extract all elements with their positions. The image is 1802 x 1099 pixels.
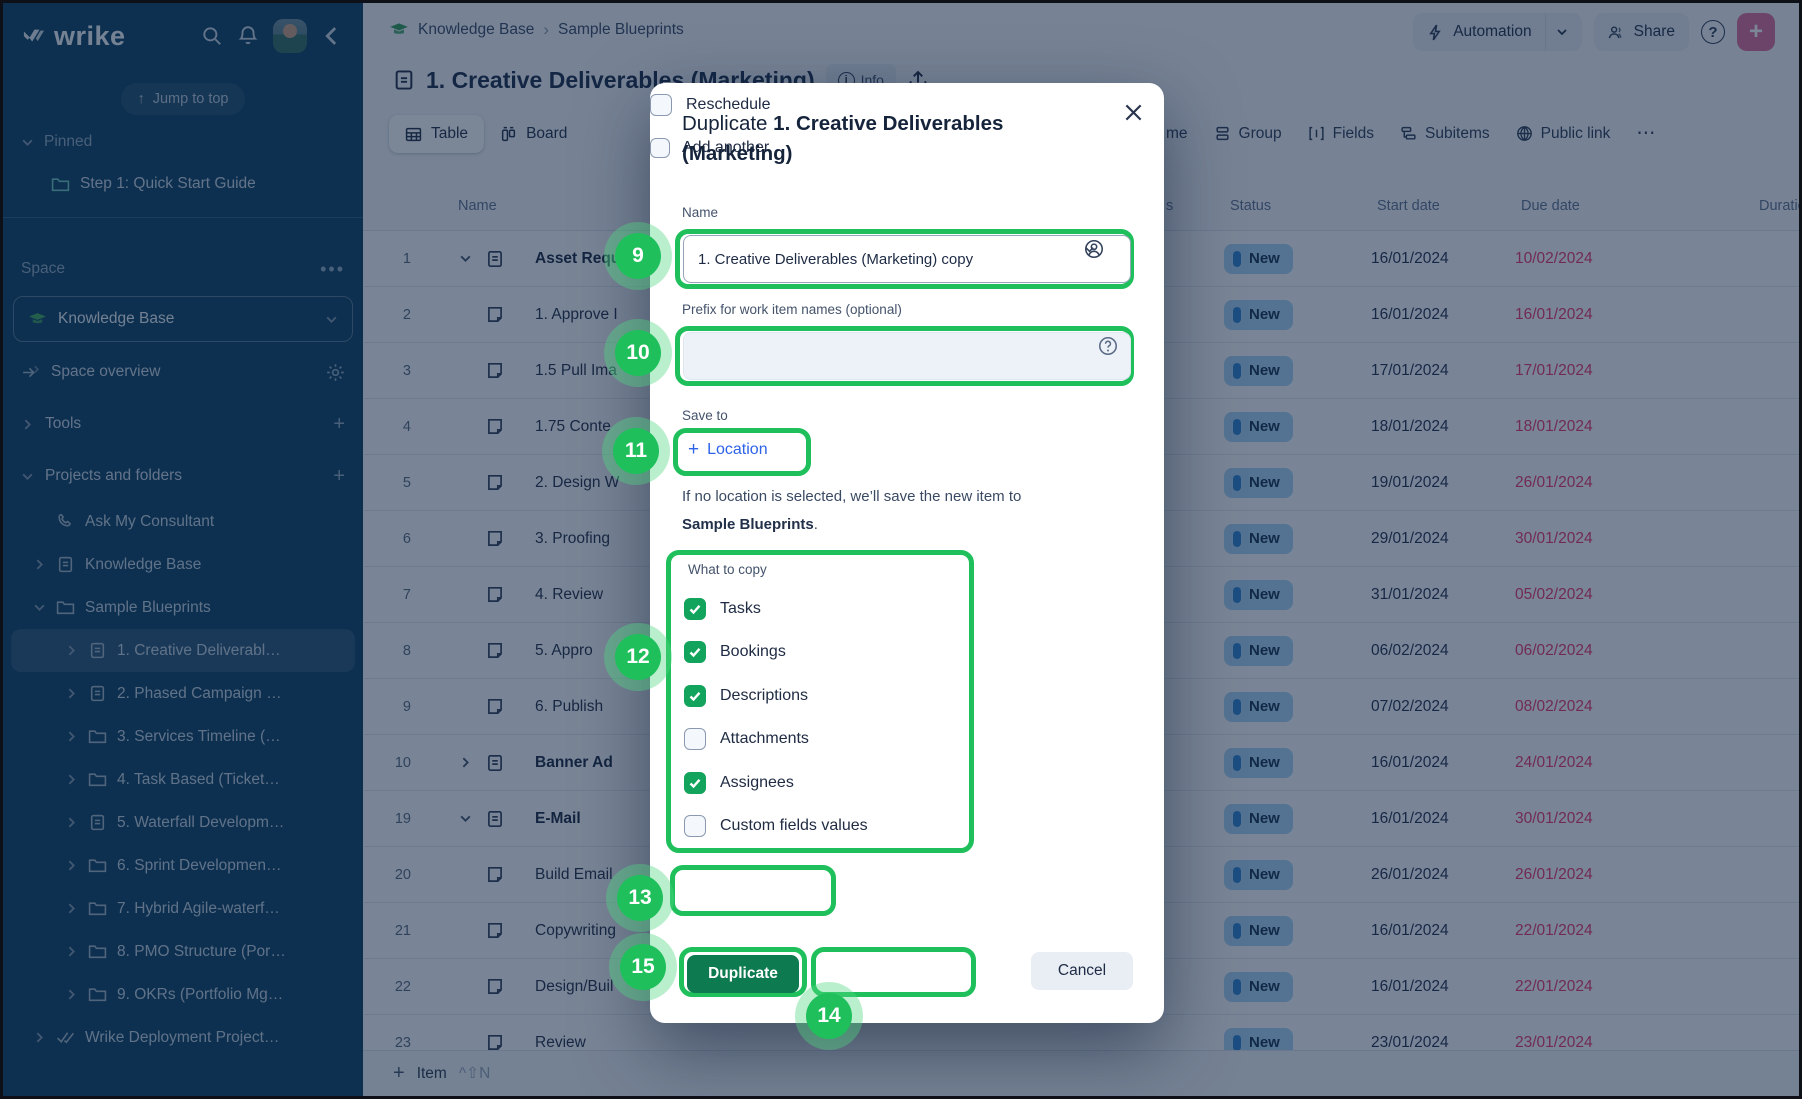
duplicate-button-label: Duplicate bbox=[708, 965, 778, 983]
check-icon bbox=[688, 602, 702, 616]
checkbox[interactable] bbox=[684, 728, 706, 750]
copy-option-label: Tasks bbox=[720, 600, 761, 618]
copy-option-label: Descriptions bbox=[720, 687, 808, 705]
what-to-copy-label: What to copy bbox=[688, 562, 767, 577]
checkbox[interactable] bbox=[684, 598, 706, 620]
save-to-label: Save to bbox=[682, 408, 728, 423]
name-input[interactable] bbox=[683, 235, 1131, 283]
annotation-badge-11: 11 bbox=[613, 428, 659, 474]
hint-period: . bbox=[814, 516, 818, 533]
dialog-title-prefix: Duplicate bbox=[682, 112, 773, 135]
prefix-field-label: Prefix for work item names (optional) bbox=[682, 302, 902, 317]
copy-options-list: Tasks Bookings Descriptions Attachment bbox=[684, 587, 954, 848]
checkbox[interactable] bbox=[684, 685, 706, 707]
check-icon bbox=[688, 776, 702, 790]
annotation-ring-reschedule bbox=[670, 865, 836, 916]
annotation-badge-9: 9 bbox=[615, 233, 661, 279]
annotation-badge-10: 10 bbox=[615, 330, 661, 376]
copy-option-row[interactable]: Tasks bbox=[684, 587, 954, 631]
plus-icon: + bbox=[688, 439, 699, 461]
annotation-badge-13: 13 bbox=[617, 875, 663, 921]
checkbox[interactable] bbox=[684, 772, 706, 794]
copy-option-row[interactable]: Custom fields values bbox=[684, 805, 954, 849]
check-icon bbox=[688, 645, 702, 659]
copy-option-label: Custom fields values bbox=[720, 817, 868, 835]
duplicate-button[interactable]: Duplicate bbox=[687, 955, 799, 993]
annotation-badge-12: 12 bbox=[615, 634, 661, 680]
copy-option-row[interactable]: Bookings bbox=[684, 631, 954, 675]
annotation-ring-add-another bbox=[811, 947, 976, 997]
checkbox[interactable] bbox=[684, 815, 706, 837]
add-location-button[interactable]: + Location bbox=[688, 439, 768, 461]
copy-option-label: Bookings bbox=[720, 643, 786, 661]
hint-default-location: Sample Blueprints bbox=[682, 516, 814, 533]
chevron-down-icon bbox=[1084, 244, 1095, 255]
hint-line1: If no location is selected, we’ll save t… bbox=[682, 488, 1021, 505]
duplicate-dialog: Duplicate 1. Creative Deliverables (Mark… bbox=[650, 83, 1164, 1023]
add-location-label: Location bbox=[707, 441, 768, 459]
dialog-title: Duplicate 1. Creative Deliverables (Mark… bbox=[682, 109, 1112, 169]
prefix-input[interactable] bbox=[683, 332, 1131, 380]
name-field-label: Name bbox=[682, 205, 718, 220]
cancel-button-label: Cancel bbox=[1058, 962, 1106, 980]
check-icon bbox=[688, 689, 702, 703]
wrike-app-screen: wrike ↑ Jump to top Pinned bbox=[0, 0, 1802, 1099]
cancel-button[interactable]: Cancel bbox=[1031, 952, 1133, 990]
copy-option-row[interactable]: Descriptions bbox=[684, 674, 954, 718]
reschedule-checkbox[interactable] bbox=[650, 94, 672, 116]
close-icon[interactable] bbox=[1118, 97, 1148, 127]
annotation-badge-14: 14 bbox=[806, 993, 852, 1039]
copy-option-label: Assignees bbox=[720, 774, 794, 792]
copy-option-row[interactable]: Attachments bbox=[684, 718, 954, 762]
add-another-checkbox[interactable] bbox=[650, 138, 670, 158]
copy-option-label: Attachments bbox=[720, 730, 809, 748]
copy-option-row[interactable]: Assignees bbox=[684, 761, 954, 805]
annotation-badge-15: 15 bbox=[620, 944, 666, 990]
checkbox[interactable] bbox=[684, 641, 706, 663]
location-hint: If no location is selected, we’ll save t… bbox=[682, 483, 1112, 539]
